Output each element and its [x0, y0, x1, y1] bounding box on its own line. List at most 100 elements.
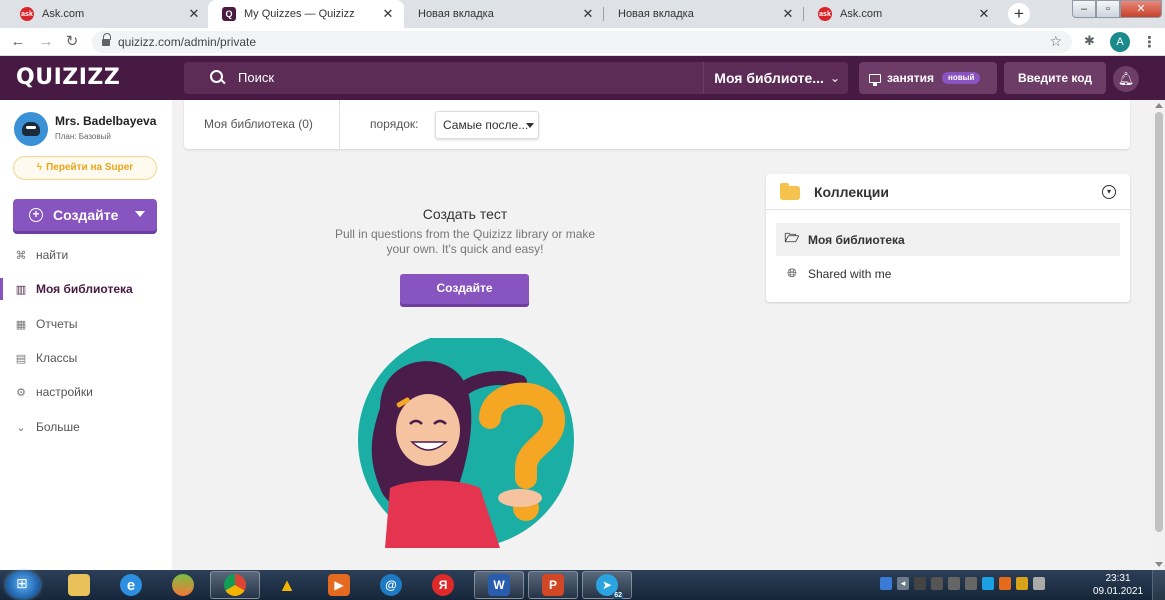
tray-app-icon[interactable]	[914, 577, 926, 590]
taskbar-app-3[interactable]	[158, 571, 208, 599]
ask-favicon-icon: ask	[20, 7, 34, 21]
user-name: Mrs. Badelbayeva	[55, 114, 157, 128]
sort-select[interactable]: Самые после...	[435, 111, 539, 139]
profile-avatar[interactable]: A	[1110, 32, 1130, 52]
close-tab-icon[interactable]: ✕	[380, 6, 396, 22]
extensions-icon[interactable]: ✱	[1084, 33, 1095, 49]
app-icon: @	[380, 574, 402, 596]
minimize-button[interactable]: –	[1072, 0, 1096, 18]
windows-taskbar: e ▲ ▶ @ Я W P ➤62 ◂ 23:31 09.01.2021	[0, 570, 1165, 600]
scroll-down-icon[interactable]	[1155, 562, 1163, 567]
sidebar-item-settings[interactable]: ⚙ настройки	[0, 379, 172, 405]
browser-menu-icon[interactable]: ⋮	[1142, 33, 1157, 51]
create-button[interactable]: + Создайте	[13, 199, 157, 231]
tab-title: My Quizzes — Quizizz	[244, 8, 355, 20]
back-icon[interactable]: ←	[8, 32, 28, 52]
address-bar[interactable]: quizizz.com/admin/private ☆	[92, 31, 1072, 53]
sidebar-item-reports[interactable]: ▦ Отчеты	[0, 311, 172, 337]
collection-item-label: Shared with me	[808, 266, 892, 281]
tray-app-icon[interactable]	[982, 577, 994, 590]
library-count-tab[interactable]: Моя библиотека (0)	[204, 117, 313, 131]
upgrade-super-label: Перейти на Super	[46, 162, 134, 173]
illustration-hands	[498, 489, 542, 507]
tray-app-icon[interactable]	[948, 577, 960, 590]
taskbar-yandex[interactable]: Я	[418, 571, 468, 599]
taskbar-powerpoint[interactable]: P	[528, 571, 578, 599]
browser-tab-strip: ask Ask.com ✕ Q My Quizzes — Quizizz ✕ Н…	[0, 0, 1165, 28]
close-window-button[interactable]: ✕	[1120, 0, 1162, 18]
taskbar-chrome[interactable]	[210, 571, 260, 599]
caret-down-icon	[135, 211, 145, 217]
page-scrollbar[interactable]	[1153, 100, 1165, 570]
lock-icon	[102, 33, 111, 47]
browser-tab-new-2[interactable]: Новая вкладка ✕	[604, 0, 804, 28]
search-bar[interactable]: Поиск Моя библиоте... ⌄	[184, 62, 848, 94]
sidebar-item-label: Больше	[36, 420, 80, 434]
taskbar-telegram[interactable]: ➤ 62	[582, 571, 632, 599]
quizizz-logo[interactable]: QUIZIZZ	[16, 65, 120, 90]
sidebar-item-classes[interactable]: ▤ Классы	[0, 345, 172, 371]
scroll-up-icon[interactable]	[1155, 103, 1163, 108]
close-tab-icon[interactable]: ✕	[186, 6, 202, 22]
empty-state-create-button[interactable]: Создайте	[400, 274, 529, 304]
folder-icon	[68, 574, 90, 596]
system-clock[interactable]: 23:31 09.01.2021	[1092, 572, 1144, 598]
collection-item-my-library[interactable]: 🗁︎ Моя библиотека	[776, 223, 1120, 256]
new-tab-button[interactable]: +	[1008, 3, 1030, 25]
tray-app-icon[interactable]	[1016, 577, 1028, 590]
browser-tab-new-1[interactable]: Новая вкладка ✕	[404, 0, 604, 28]
search-scope-select[interactable]: Моя библиоте... ⌄	[703, 62, 840, 94]
reload-icon[interactable]: ↻	[62, 32, 82, 52]
quizizz-favicon-icon: Q	[222, 7, 236, 21]
taskbar-drive[interactable]: ▲	[262, 571, 312, 599]
taskbar-word[interactable]: W	[474, 571, 524, 599]
tab-title: Новая вкладка	[418, 8, 494, 20]
sidebar-item-search[interactable]: ⌘ найти	[0, 242, 172, 268]
search-input[interactable]: Поиск	[238, 70, 274, 85]
new-badge: новый	[942, 72, 981, 84]
close-tab-icon[interactable]: ✕	[976, 6, 992, 22]
divider	[339, 100, 340, 149]
avatar[interactable]	[14, 112, 48, 146]
upgrade-super-button[interactable]: ϟ Перейти на Super	[13, 156, 157, 180]
browser-tab-ask-2[interactable]: ask Ask.com ✕	[804, 0, 1000, 28]
start-button[interactable]	[6, 571, 40, 599]
folder-open-icon: 🗁︎	[784, 231, 800, 245]
tray-app-icon[interactable]	[999, 577, 1011, 590]
sidebar-item-more[interactable]: ⌄ Больше	[0, 414, 172, 440]
taskbar-ie[interactable]: e	[106, 571, 156, 599]
reports-icon: ▦	[15, 318, 27, 331]
scrollbar-thumb[interactable]	[1155, 112, 1163, 532]
collection-item-shared[interactable]: 🌐︎ Shared with me	[776, 257, 1120, 290]
sidebar: Mrs. Badelbayeva План: Базовый ϟ Перейти …	[0, 100, 172, 570]
taskbar-media[interactable]: ▶	[314, 571, 364, 599]
taskbar-explorer[interactable]	[54, 571, 104, 599]
browser-tab-quizizz[interactable]: Q My Quizzes — Quizizz ✕	[208, 0, 404, 28]
browser-tab-ask[interactable]: ask Ask.com ✕	[6, 0, 210, 28]
volume-icon[interactable]: ◂	[897, 577, 909, 590]
maximize-button[interactable]: ▫	[1096, 0, 1120, 18]
clock-time: 23:31	[1105, 573, 1131, 584]
create-button-label: Создайте	[53, 207, 119, 223]
sidebar-item-label: Классы	[36, 351, 78, 365]
forward-icon[interactable]: →	[36, 32, 56, 52]
flag-icon[interactable]	[965, 577, 977, 590]
enter-code-button[interactable]: Введите код	[1004, 62, 1106, 94]
close-tab-icon[interactable]: ✕	[580, 6, 596, 22]
tray-app-icon[interactable]	[880, 577, 892, 590]
network-signal-icon[interactable]	[1033, 577, 1045, 590]
taskbar-app-7[interactable]: @	[366, 571, 416, 599]
sidebar-item-my-library[interactable]: ▥ Моя библиотека	[0, 276, 172, 302]
collections-header[interactable]: Коллекции ▾	[766, 174, 1130, 210]
close-tab-icon[interactable]: ✕	[780, 6, 796, 22]
media-player-icon: ▶	[328, 574, 350, 596]
show-desktop-button[interactable]	[1152, 570, 1165, 600]
sessions-label: занятия	[887, 71, 934, 85]
telegram-badge: 62	[612, 592, 624, 599]
sessions-button[interactable]: занятия новый	[859, 62, 997, 94]
bell-icon[interactable]: 🔔︎	[1113, 66, 1139, 92]
tray-app-icon[interactable]	[931, 577, 943, 590]
bookmark-star-icon[interactable]: ☆	[1049, 33, 1062, 50]
app-header: QUIZIZZ Поиск Моя библиоте... ⌄ занятия …	[0, 56, 1165, 100]
collapse-toggle-icon[interactable]: ▾	[1102, 185, 1116, 199]
